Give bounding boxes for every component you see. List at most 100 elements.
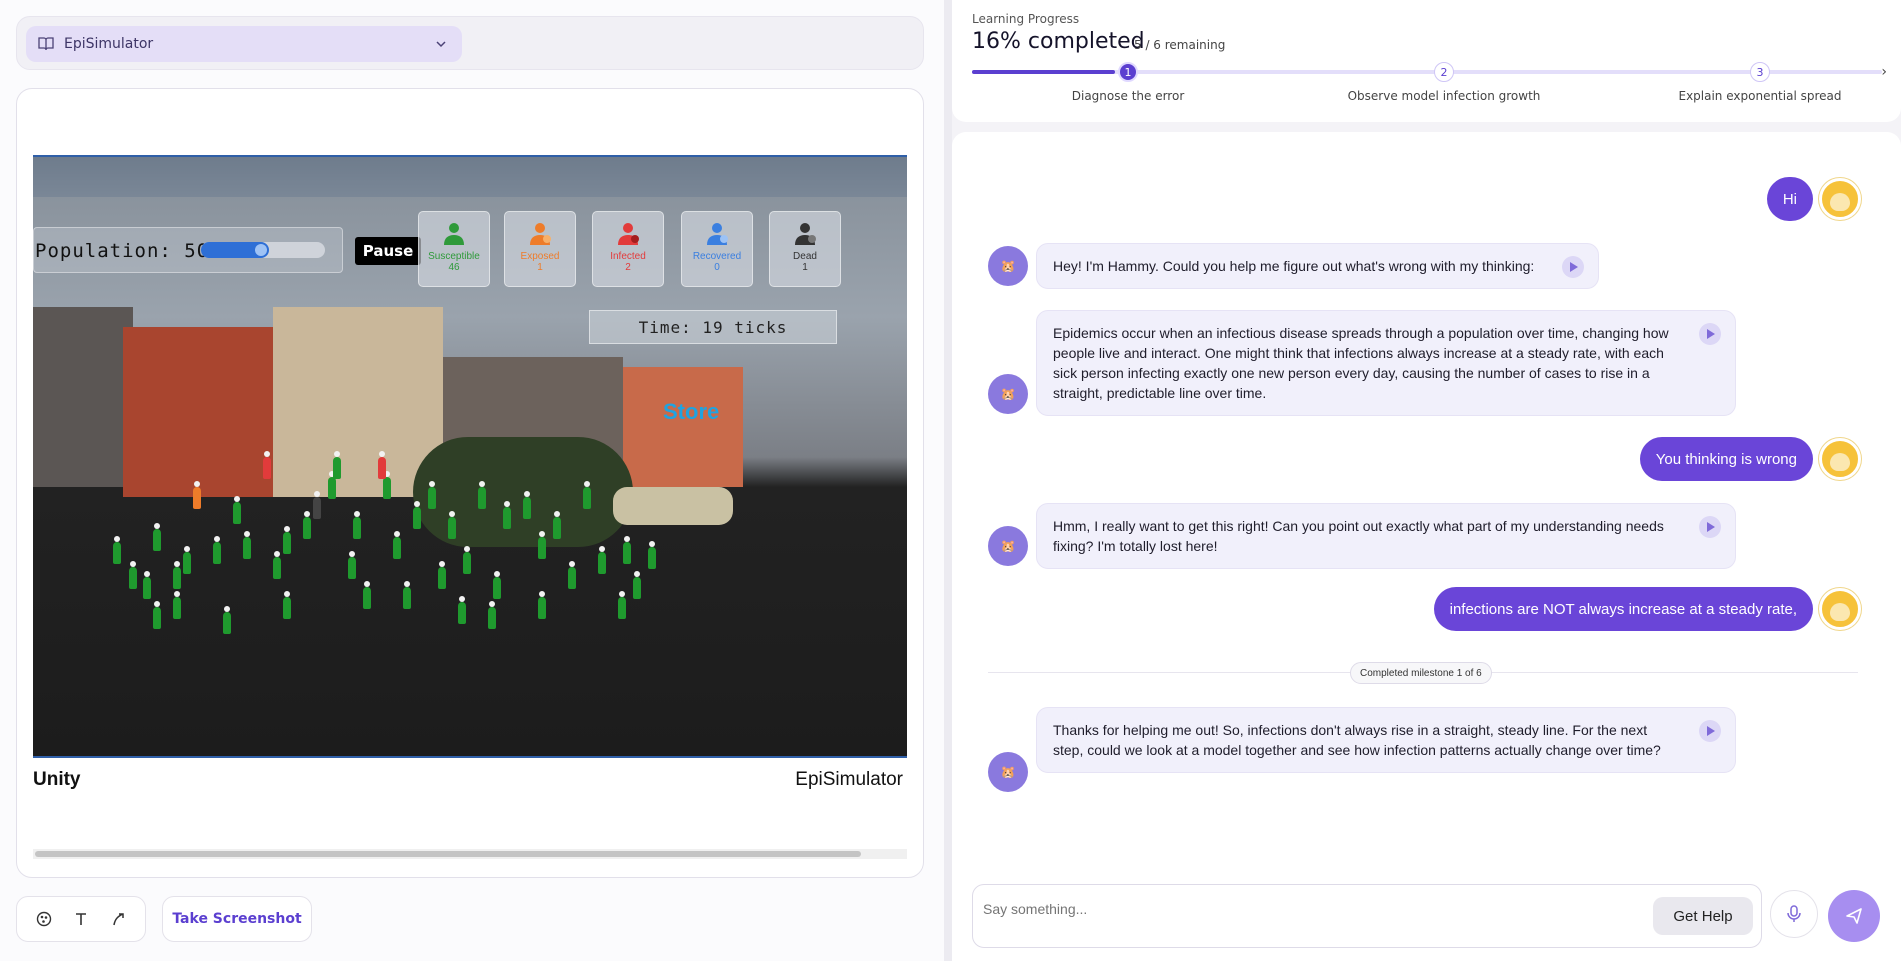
person-agent <box>403 581 411 609</box>
person-agent <box>273 551 281 579</box>
panel-divider[interactable] <box>944 0 952 961</box>
person-agent <box>458 596 466 624</box>
person-agent <box>413 501 421 529</box>
avatar-face <box>1830 193 1850 211</box>
milestone-3-label: Explain exponential spread <box>1678 89 1842 103</box>
message-composer: Get Help <box>972 884 1762 948</box>
population-label: Population: 50 <box>35 240 210 262</box>
progress-label: Learning Progress <box>972 12 1080 26</box>
milestone-1-marker[interactable]: 1 <box>1118 62 1138 82</box>
get-help-button[interactable]: Get Help <box>1653 897 1753 935</box>
text-tool-icon[interactable] <box>69 907 93 931</box>
pause-button[interactable]: Pause <box>355 237 421 265</box>
person-agent <box>538 531 546 559</box>
chevron-down-icon <box>436 41 446 48</box>
send-icon <box>1846 908 1862 924</box>
stat-value: 2 <box>625 262 631 273</box>
recovered-person-icon <box>707 223 728 245</box>
store-sign: Store <box>663 399 720 424</box>
stat-value: 1 <box>802 262 808 273</box>
person-agent <box>618 591 626 619</box>
person-agent <box>428 481 436 509</box>
bot-message-text: Epidemics occur when an infectious disea… <box>1053 325 1669 401</box>
stat-exposed: Exposed 1 <box>504 211 576 287</box>
person-agent <box>363 581 371 609</box>
simulation-panel: EpiSimulator Store Population: 50 Pause <box>0 0 944 961</box>
scrollbar-thumb[interactable] <box>35 851 861 857</box>
person-agent <box>173 591 181 619</box>
simulator-select[interactable]: EpiSimulator <box>26 26 462 62</box>
message-input[interactable] <box>983 895 1603 923</box>
person-agent <box>383 471 391 499</box>
progress-track <box>972 70 1882 74</box>
milestone-2-marker[interactable]: 2 <box>1434 62 1454 82</box>
time-display: Time: 19 ticks <box>589 310 837 344</box>
stat-value: 46 <box>448 262 460 273</box>
user-avatar <box>1819 438 1861 480</box>
chevron-right-icon[interactable]: › <box>1881 64 1887 80</box>
progress-percent: 16% completed <box>972 29 1145 54</box>
bot-avatar: 🐹 <box>988 246 1028 286</box>
person-agent <box>623 536 631 564</box>
play-audio-icon[interactable] <box>1699 720 1721 742</box>
person-agent <box>153 523 161 551</box>
person-agent <box>333 451 341 479</box>
simulation-canvas[interactable]: Store Population: 50 Pause Susceptible 4… <box>33 155 907 758</box>
stat-value: 1 <box>537 262 543 273</box>
tree <box>413 437 633 547</box>
stat-dead: Dead 1 <box>769 211 841 287</box>
play-audio-icon[interactable] <box>1699 323 1721 345</box>
bot-message-text: Hmm, I really want to get this right! Ca… <box>1053 518 1664 554</box>
stat-infected: Infected 2 <box>592 211 664 287</box>
milestone-3-marker[interactable]: 3 <box>1750 62 1770 82</box>
milestone-completed-badge: Completed milestone 1 of 6 <box>1350 662 1492 684</box>
palette-icon[interactable] <box>32 907 56 931</box>
take-screenshot-button[interactable]: Take Screenshot <box>162 896 312 942</box>
person-agent <box>313 491 321 519</box>
person-agent <box>143 571 151 599</box>
population-slider-knob[interactable] <box>255 244 267 256</box>
person-agent <box>448 511 456 539</box>
person-agent <box>283 591 291 619</box>
person-agent <box>393 531 401 559</box>
person-agent <box>193 481 201 509</box>
book-icon <box>38 37 54 51</box>
infected-person-icon <box>618 223 639 245</box>
person-agent <box>463 546 471 574</box>
unity-viewer: Store Population: 50 Pause Susceptible 4… <box>16 88 924 878</box>
person-agent <box>233 496 241 524</box>
simulator-topbar: EpiSimulator <box>16 16 924 70</box>
stat-label: Exposed <box>520 251 560 262</box>
bot-avatar: 🐹 <box>988 526 1028 566</box>
simulator-select-value: EpiSimulator <box>64 36 154 52</box>
play-audio-icon[interactable] <box>1562 256 1584 278</box>
unity-footer: Unity EpiSimulator <box>33 769 907 799</box>
person-agent <box>378 451 386 479</box>
bot-message-text: Thanks for helping me out! So, infection… <box>1053 722 1661 758</box>
avatar-face <box>1830 453 1850 471</box>
play-audio-icon[interactable] <box>1699 516 1721 538</box>
arrow-tool-icon[interactable] <box>106 907 130 931</box>
person-agent <box>223 606 231 634</box>
population-slider[interactable] <box>201 242 325 258</box>
person-agent <box>303 511 311 539</box>
avatar-face <box>1830 603 1850 621</box>
tutor-panel: Learning Progress 16% completed 5 / 6 re… <box>952 0 1901 961</box>
person-agent <box>553 511 561 539</box>
person-agent <box>113 536 121 564</box>
building <box>33 307 133 487</box>
microphone-button[interactable] <box>1770 890 1818 938</box>
person-agent <box>438 561 446 589</box>
person-agent <box>153 601 161 629</box>
stat-susceptible: Susceptible 46 <box>418 211 490 287</box>
horizontal-scrollbar[interactable] <box>33 849 907 859</box>
send-button[interactable] <box>1828 890 1880 942</box>
user-avatar <box>1819 588 1861 630</box>
person-agent <box>328 471 336 499</box>
stat-label: Recovered <box>692 251 742 262</box>
chat-thread: Hi 🐹 Hey! I'm Hammy. Could you help me f… <box>952 132 1901 961</box>
bot-message: Hmm, I really want to get this right! Ca… <box>1036 503 1736 569</box>
bot-message: Hey! I'm Hammy. Could you help me figure… <box>1036 243 1599 289</box>
person-agent <box>583 481 591 509</box>
person-icon <box>444 223 464 245</box>
